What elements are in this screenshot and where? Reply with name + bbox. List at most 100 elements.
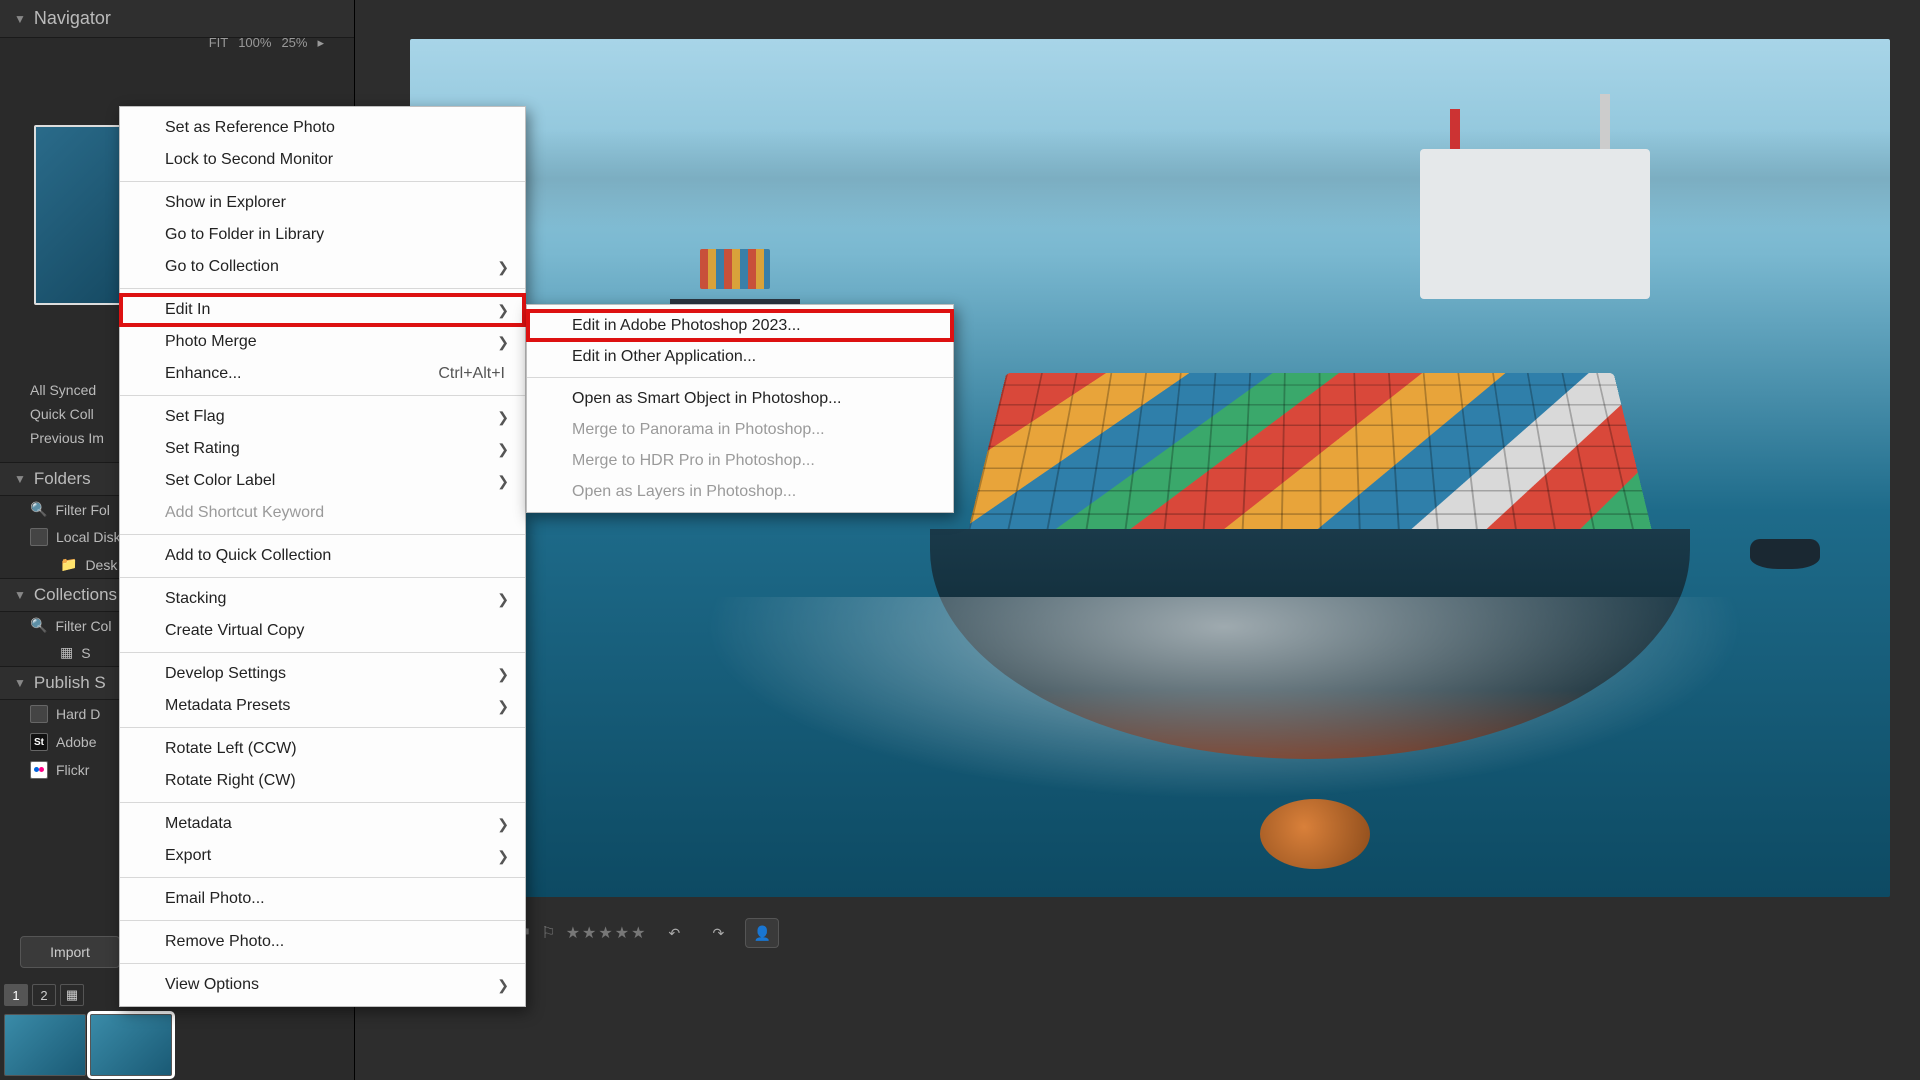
navigator-zoom-controls: FIT 100% 25% ▸	[209, 35, 324, 51]
loupe-toolbar: ▭ ◑ ⚑ ⚐ ★★★★★ ↶ ↷ 👤	[410, 910, 1890, 956]
menu-separator	[120, 181, 525, 182]
ctx-edit-in[interactable]: Edit In❯	[120, 294, 525, 326]
search-icon: 🔍	[30, 617, 47, 634]
ctx-photo-merge[interactable]: Photo Merge❯	[120, 326, 525, 358]
disclosure-triangle-icon[interactable]: ▼	[14, 588, 26, 602]
submenu-arrow-icon: ❯	[497, 409, 509, 426]
sub-merge-panorama: Merge to Panorama in Photoshop...	[527, 414, 953, 445]
main-area: ▭ ◑ ⚑ ⚐ ★★★★★ ↶ ↷ 👤 m 3.jpeg ▾	[355, 0, 1920, 1080]
menu-separator	[120, 534, 525, 535]
submenu-arrow-icon: ❯	[497, 666, 509, 683]
zoom-100[interactable]: 100%	[238, 35, 271, 51]
sub-open-as-layers: Open as Layers in Photoshop...	[527, 476, 953, 507]
display-2-button[interactable]: 2	[32, 984, 56, 1006]
flag-reject-icon[interactable]: ⚐	[541, 923, 555, 943]
filmstrip	[0, 1010, 176, 1080]
adobestock-icon: St	[30, 733, 48, 751]
submenu-arrow-icon: ❯	[497, 816, 509, 833]
import-button[interactable]: Import	[20, 936, 120, 968]
grid-view-icon[interactable]: ▦	[60, 984, 84, 1006]
submenu-arrow-icon: ❯	[497, 302, 509, 319]
ctx-add-quick-collection[interactable]: Add to Quick Collection	[120, 540, 525, 572]
publish-label: Adobe	[56, 734, 96, 750]
ctx-metadata[interactable]: Metadata❯	[120, 808, 525, 840]
ctx-rotate-left[interactable]: Rotate Left (CCW)	[120, 733, 525, 765]
sub-merge-hdr: Merge to HDR Pro in Photoshop...	[527, 445, 953, 476]
zoom-25[interactable]: 25%	[281, 35, 307, 51]
rating-stars[interactable]: ★★★★★	[566, 923, 648, 943]
ctx-enhance[interactable]: Enhance...Ctrl+Alt+I	[120, 358, 525, 390]
ctx-develop-settings[interactable]: Develop Settings❯	[120, 658, 525, 690]
menu-separator	[120, 395, 525, 396]
ctx-view-options[interactable]: View Options❯	[120, 969, 525, 1001]
disclosure-triangle-icon[interactable]: ▼	[14, 676, 26, 690]
sub-edit-photoshop[interactable]: Edit in Adobe Photoshop 2023...	[527, 310, 953, 341]
filmstrip-thumb-1[interactable]	[4, 1014, 86, 1076]
navigator-thumbnail[interactable]	[34, 125, 122, 305]
photo-wake	[410, 597, 1890, 897]
menu-separator	[120, 288, 525, 289]
submenu-arrow-icon: ❯	[497, 473, 509, 490]
sub-open-smart-object[interactable]: Open as Smart Object in Photoshop...	[527, 383, 953, 414]
ctx-lock-second-monitor[interactable]: Lock to Second Monitor	[120, 144, 525, 176]
menu-separator	[527, 377, 953, 378]
ctx-set-rating[interactable]: Set Rating❯	[120, 433, 525, 465]
navigator-title: Navigator	[34, 8, 111, 29]
catalog-all-synced[interactable]: All Synced	[30, 378, 104, 402]
submenu-arrow-icon: ❯	[497, 591, 509, 608]
catalog-previous-import[interactable]: Previous Im	[30, 426, 104, 450]
search-icon: 🔍	[30, 501, 47, 518]
ctx-add-shortcut-keyword: Add Shortcut Keyword	[120, 497, 525, 529]
ctx-create-virtual-copy[interactable]: Create Virtual Copy	[120, 615, 525, 647]
publish-title: Publish S	[34, 673, 106, 693]
filter-folders-label: Filter Fol	[55, 502, 109, 518]
navigator-header[interactable]: ▼ Navigator	[0, 0, 354, 38]
rotate-right-icon[interactable]: ↷	[701, 918, 735, 948]
ctx-email-photo[interactable]: Email Photo...	[120, 883, 525, 915]
people-view-button[interactable]: 👤	[745, 918, 779, 948]
catalog-list: All Synced Quick Coll Previous Im	[30, 378, 104, 450]
menu-separator	[120, 963, 525, 964]
secondary-display-buttons: 1 2 ▦	[0, 980, 88, 1010]
menu-separator	[120, 577, 525, 578]
ctx-stacking[interactable]: Stacking❯	[120, 583, 525, 615]
rotate-left-icon[interactable]: ↶	[657, 918, 691, 948]
shortcut-label: Ctrl+Alt+I	[438, 365, 505, 383]
submenu-arrow-icon: ❯	[497, 977, 509, 994]
ctx-export[interactable]: Export❯	[120, 840, 525, 872]
submenu-arrow-icon: ❯	[497, 259, 509, 276]
display-1-button[interactable]: 1	[4, 984, 28, 1006]
import-label: Import	[50, 944, 90, 960]
harddrive-icon	[30, 705, 48, 723]
zoom-fit[interactable]: FIT	[209, 35, 229, 51]
ctx-show-in-explorer[interactable]: Show in Explorer	[120, 187, 525, 219]
menu-separator	[120, 727, 525, 728]
drive-icon	[30, 528, 48, 546]
collections-title: Collections	[34, 585, 117, 605]
publish-label: Hard D	[56, 706, 100, 722]
sub-edit-other-app[interactable]: Edit in Other Application...	[527, 341, 953, 372]
menu-separator	[120, 920, 525, 921]
filter-collections-label: Filter Col	[55, 618, 111, 634]
ctx-go-to-folder[interactable]: Go to Folder in Library	[120, 219, 525, 251]
ctx-set-color-label[interactable]: Set Color Label❯	[120, 465, 525, 497]
ctx-set-reference[interactable]: Set as Reference Photo	[120, 112, 525, 144]
photo-context-menu: Set as Reference Photo Lock to Second Mo…	[119, 106, 526, 1007]
menu-separator	[120, 877, 525, 878]
ctx-set-flag[interactable]: Set Flag❯	[120, 401, 525, 433]
catalog-quick-collection[interactable]: Quick Coll	[30, 402, 104, 426]
ctx-remove-photo[interactable]: Remove Photo...	[120, 926, 525, 958]
ctx-metadata-presets[interactable]: Metadata Presets❯	[120, 690, 525, 722]
zoom-dropdown-icon[interactable]: ▸	[317, 35, 324, 51]
disclosure-triangle-icon[interactable]: ▼	[14, 472, 26, 486]
submenu-arrow-icon: ❯	[497, 698, 509, 715]
folders-title: Folders	[34, 469, 91, 489]
photo-tugboat	[1750, 539, 1820, 569]
submenu-arrow-icon: ❯	[497, 848, 509, 865]
ctx-go-to-collection[interactable]: Go to Collection❯	[120, 251, 525, 283]
ctx-rotate-right[interactable]: Rotate Right (CW)	[120, 765, 525, 797]
disclosure-triangle-icon[interactable]: ▼	[14, 12, 26, 26]
collection-icon: ▦	[60, 644, 73, 661]
publish-label: Flickr	[56, 762, 89, 778]
filmstrip-thumb-2[interactable]	[90, 1014, 172, 1076]
